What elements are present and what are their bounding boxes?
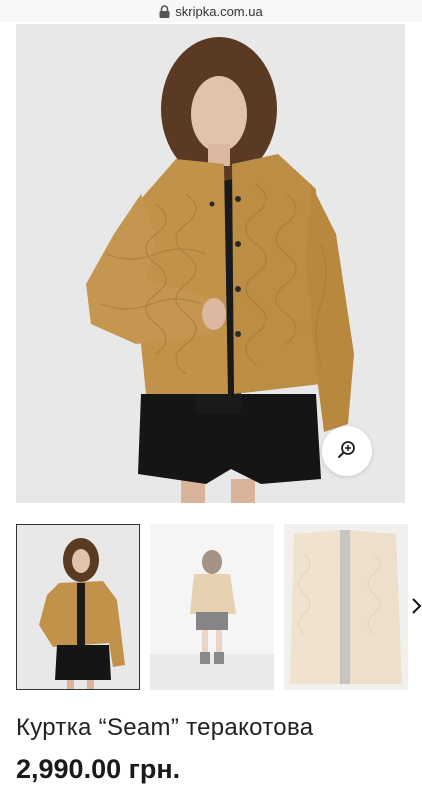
next-thumbnail-button[interactable]: [410, 594, 422, 618]
url-text: skripka.com.ua: [175, 3, 263, 19]
thumbnail-front[interactable]: [16, 524, 140, 690]
product-price: 2,990.00 грн.: [16, 754, 181, 784]
zoom-in-icon: [337, 439, 357, 464]
product-title: Куртка “Seam” теракотова: [16, 714, 314, 741]
zoom-button[interactable]: [322, 426, 372, 476]
thumbnail-back[interactable]: [150, 524, 274, 690]
lock-icon: [159, 5, 170, 18]
chevron-right-icon: [410, 598, 422, 622]
thumbnail-strip: [16, 524, 422, 690]
address-bar[interactable]: skripka.com.ua: [0, 0, 422, 22]
thumbnail-detail[interactable]: [284, 524, 408, 690]
